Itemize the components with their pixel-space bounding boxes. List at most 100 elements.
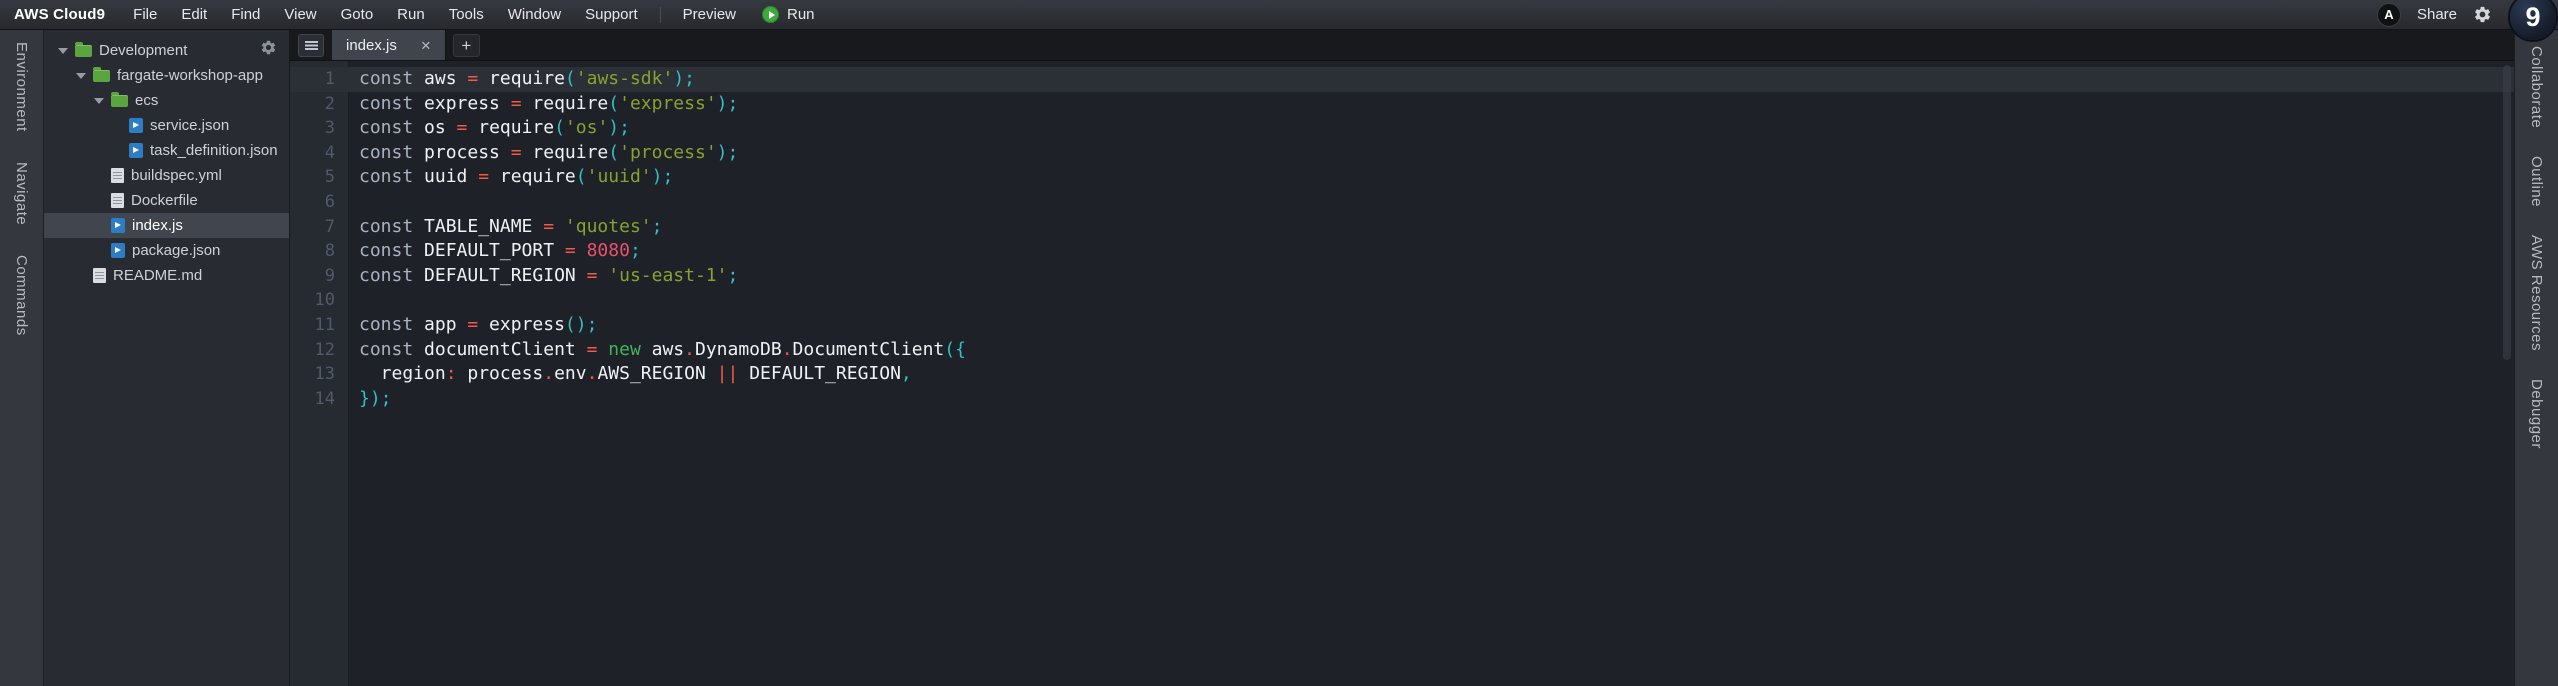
- code-line-6[interactable]: 6: [290, 190, 2514, 215]
- token: =: [586, 338, 598, 360]
- tree-item-label: task_definition.json: [150, 142, 278, 159]
- disclosure-arrow-icon[interactable]: [58, 47, 68, 54]
- file-tree: Development fargate-workshop-app ecs servic…: [44, 38, 289, 288]
- token: env: [554, 363, 587, 385]
- code-line-13[interactable]: 13 region: process.env.AWS_REGION || DEF…: [290, 362, 2514, 387]
- tree-item-label: fargate-workshop-app: [117, 67, 263, 84]
- code-line-8[interactable]: 8 const DEFAULT_PORT = 8080;: [290, 239, 2514, 264]
- tree-item-ecs[interactable]: ecs: [44, 88, 289, 113]
- code-text: const TABLE_NAME = 'quotes';: [348, 215, 662, 240]
- token: =: [467, 68, 479, 89]
- new-tab-button[interactable]: +: [452, 34, 480, 57]
- panel-tab-collaborate[interactable]: Collaborate: [2528, 46, 2545, 128]
- line-number: 7: [324, 216, 335, 237]
- menu-edit[interactable]: Edit: [169, 6, 219, 23]
- panel-tab-commands[interactable]: Commands: [13, 255, 30, 336]
- line-number: 9: [324, 265, 335, 286]
- menu-view[interactable]: View: [272, 6, 328, 23]
- token: (: [608, 141, 620, 163]
- tab-list-button[interactable]: [298, 34, 324, 57]
- code-line-12[interactable]: 12 const documentClient = new aws.DynamoD…: [290, 338, 2514, 363]
- editor: index.js × + 1 const aws = require('aws-s…: [290, 30, 2514, 686]
- token: require: [478, 68, 565, 89]
- tree-item-label: index.js: [132, 217, 183, 234]
- token: 'aws-sdk': [575, 68, 674, 89]
- menu-find[interactable]: Find: [219, 6, 272, 23]
- menu-window[interactable]: Window: [496, 6, 573, 23]
- token: ;: [651, 215, 663, 237]
- left-panel-tabs: Environment Navigate Commands: [0, 30, 44, 686]
- tab-index-js[interactable]: index.js ×: [332, 30, 446, 60]
- tree-item-label: ecs: [135, 92, 159, 109]
- menubar: AWS Cloud9 File Edit Find View Goto Run Tools W…: [0, 0, 2558, 40]
- run-button[interactable]: Run: [748, 6, 829, 23]
- tree-item-index-js[interactable]: index.js: [44, 213, 289, 238]
- code-editor[interactable]: 1 const aws = require('aws-sdk'); 2 const e…: [290, 61, 2514, 686]
- tree-item-service-json[interactable]: service.json: [44, 113, 289, 138]
- folder-icon: [75, 41, 92, 57]
- tree-item-label: Dockerfile: [131, 192, 198, 209]
- token: require: [521, 92, 609, 114]
- menu-goto[interactable]: Goto: [329, 6, 386, 23]
- code-line-5[interactable]: 5 const uuid = require('uuid');: [290, 165, 2514, 190]
- file-icon: [111, 243, 125, 258]
- avatar[interactable]: A: [2376, 2, 2401, 27]
- line-number: 12: [314, 339, 335, 360]
- file-icon: [111, 168, 124, 183]
- token: const: [359, 166, 414, 188]
- token: const: [359, 215, 414, 237]
- editor-scrollbar[interactable]: [2503, 65, 2511, 360]
- code-text: });: [348, 387, 392, 412]
- code-line-4[interactable]: 4 const process = require('process');: [290, 141, 2514, 166]
- code-line-2[interactable]: 2 const express = require('express');: [290, 92, 2514, 117]
- tree-item-task-definition-json[interactable]: task_definition.json: [44, 138, 289, 163]
- code-text: const process = require('process');: [348, 141, 738, 166]
- menu-tools[interactable]: Tools: [437, 6, 496, 23]
- disclosure-arrow-icon[interactable]: [76, 72, 86, 79]
- panel-tab-aws-resources[interactable]: AWS Resources: [2528, 235, 2545, 351]
- menu-support[interactable]: Support: [573, 6, 650, 23]
- code-line-3[interactable]: 3 const os = require('os');: [290, 116, 2514, 141]
- tree-settings-gear-icon[interactable]: [260, 39, 277, 56]
- tree-item-package-json[interactable]: package.json: [44, 238, 289, 263]
- tree-item-dockerfile[interactable]: Dockerfile: [44, 188, 289, 213]
- token: documentClient: [413, 338, 587, 360]
- tab-label: index.js: [346, 36, 397, 54]
- tree-item-development[interactable]: Development: [44, 38, 289, 63]
- token: (: [608, 92, 620, 114]
- panel-tab-environment[interactable]: Environment: [13, 42, 30, 132]
- token: const: [359, 338, 414, 360]
- tree-item-fargate-workshop-app[interactable]: fargate-workshop-app: [44, 63, 289, 88]
- token: const: [359, 117, 414, 139]
- token: 'uuid': [586, 166, 652, 188]
- menu-run[interactable]: Run: [385, 6, 437, 23]
- token: const: [359, 68, 414, 89]
- token: const: [359, 240, 414, 262]
- panel-tab-debugger[interactable]: Debugger: [2528, 379, 2545, 449]
- token: =: [467, 313, 479, 335]
- code-line-7[interactable]: 7 const TABLE_NAME = 'quotes';: [290, 215, 2514, 240]
- tab-close-icon[interactable]: ×: [421, 37, 431, 54]
- code-line-10[interactable]: 10: [290, 288, 2514, 313]
- token: DEFAULT_REGION: [738, 363, 901, 385]
- token: aws: [413, 68, 468, 89]
- preview-button[interactable]: Preview: [671, 6, 748, 23]
- panel-tab-navigate[interactable]: Navigate: [13, 162, 30, 225]
- preferences-gear-icon[interactable]: [2473, 5, 2492, 24]
- token: const: [359, 141, 414, 163]
- token: const: [359, 313, 414, 335]
- share-button[interactable]: Share: [2417, 6, 2457, 23]
- code-line-14[interactable]: 14});: [290, 387, 2514, 412]
- token: require: [467, 117, 555, 139]
- menu-file[interactable]: File: [121, 6, 169, 23]
- code-line-1[interactable]: 1 const aws = require('aws-sdk');: [290, 67, 2514, 92]
- tree-item-buildspec-yml[interactable]: buildspec.yml: [44, 163, 289, 188]
- disclosure-arrow-icon[interactable]: [94, 97, 104, 104]
- code-line-11[interactable]: 11 const app = express();: [290, 313, 2514, 338]
- tree-item-readme-md[interactable]: README.md: [44, 263, 289, 288]
- line-number: 2: [324, 93, 335, 114]
- code-line-9[interactable]: 9 const DEFAULT_REGION = 'us-east-1';: [290, 264, 2514, 289]
- token: 'os': [564, 117, 609, 139]
- panel-tab-outline[interactable]: Outline: [2528, 156, 2545, 207]
